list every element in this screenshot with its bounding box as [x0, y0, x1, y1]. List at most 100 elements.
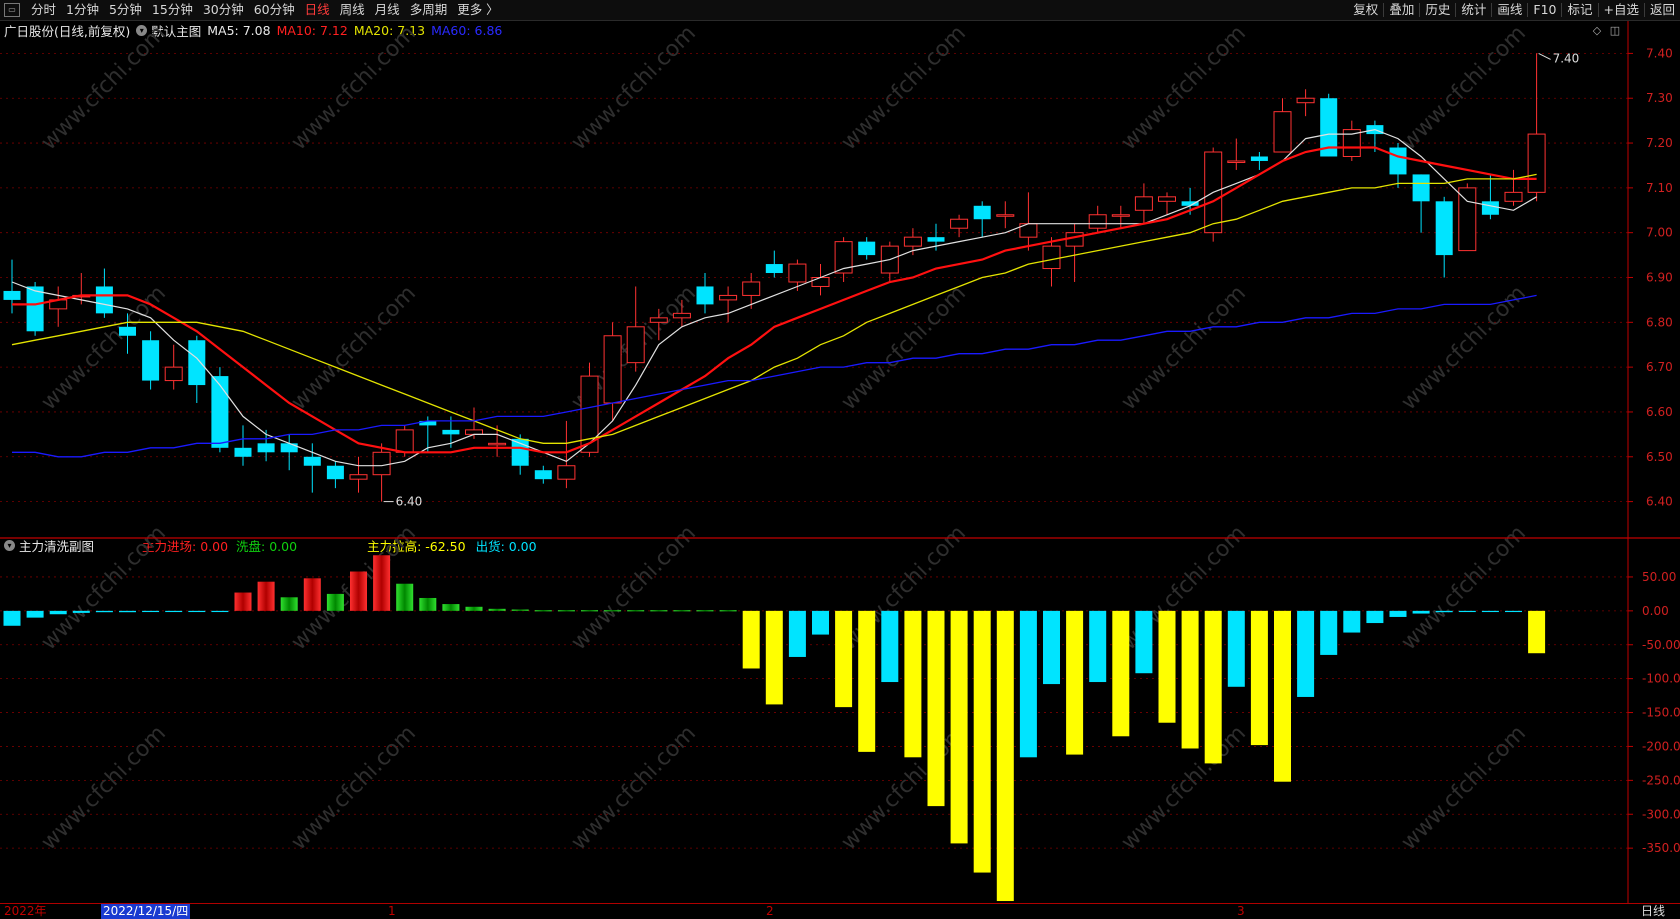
function-button-1[interactable]: 叠加: [1384, 0, 1419, 20]
watermark-text: www.cfchi.com: [287, 21, 421, 155]
candle-body: [1250, 156, 1268, 161]
watermark-text: www.cfchi.com: [1397, 721, 1531, 855]
function-button-8[interactable]: 返回: [1645, 0, 1680, 20]
candle-body: [95, 286, 113, 314]
indicator-bar: [835, 610, 853, 708]
sub-tick-label: -200.0: [1642, 739, 1680, 753]
period-tab-9[interactable]: 多周期: [405, 0, 453, 20]
price-tick-label: 6.40: [1646, 495, 1673, 509]
candle-body: [1088, 214, 1107, 229]
function-button-3[interactable]: 统计: [1456, 0, 1491, 20]
candle: [557, 420, 576, 489]
indicator-bar: [1412, 610, 1430, 614]
period-tab-1[interactable]: 1分钟: [61, 0, 104, 20]
candle: [164, 344, 183, 390]
candle-body: [1389, 147, 1407, 175]
ma20-line: [11, 173, 1537, 444]
candle: [49, 286, 68, 327]
indicator-bar: [1019, 610, 1037, 758]
candle-body: [1227, 160, 1246, 163]
watermark-text: www.cfchi.com: [37, 721, 171, 855]
indicator-bar: [1297, 610, 1315, 697]
indicator-bar: [1528, 610, 1546, 654]
period-tab-0[interactable]: 分时: [26, 0, 61, 20]
candle: [142, 331, 160, 390]
candle-body: [326, 465, 344, 480]
candle-body: [188, 340, 206, 386]
sub-tick-label: 50.00: [1642, 570, 1676, 584]
sub-tick-label: -50.00: [1642, 638, 1680, 652]
period-tab-3[interactable]: 15分钟: [147, 0, 198, 20]
indicator-bar: [165, 610, 183, 613]
price-tick-label: 6.80: [1646, 315, 1673, 329]
price-tick-label: 7.20: [1646, 136, 1673, 150]
price-tick-label: 6.90: [1646, 271, 1673, 285]
indicator-bar: [650, 610, 668, 612]
candle-body: [672, 312, 691, 319]
period-tab-7[interactable]: 周线: [335, 0, 370, 20]
watermark-text: www.cfchi.com: [287, 721, 421, 855]
indicator-bar: [812, 610, 829, 635]
candle-body: [557, 465, 576, 480]
candle-body: [1111, 214, 1130, 217]
function-button-6[interactable]: 标记: [1562, 0, 1597, 20]
candle: [1042, 237, 1061, 287]
candle-body: [788, 263, 807, 283]
candle: [696, 273, 714, 314]
candle-body: [1134, 196, 1153, 211]
chart-area[interactable]: www.cfchi.com www.cfchi.com www.cfchi.com w…: [0, 21, 1680, 903]
indicator-bar: [973, 610, 991, 873]
candle: [880, 241, 899, 282]
candle: [1435, 196, 1453, 278]
candle-body: [742, 281, 761, 296]
candle-body: [811, 277, 830, 287]
indicator-bar: [119, 610, 136, 613]
price-tick-label: 6.60: [1646, 405, 1673, 419]
function-button-2[interactable]: 历史: [1420, 0, 1455, 20]
period-tab-2[interactable]: 5分钟: [104, 0, 147, 20]
indicator-bar: [95, 610, 113, 613]
month-label-3: 3: [1237, 904, 1245, 918]
period-tab-6[interactable]: 日线: [300, 0, 335, 20]
candle: [1111, 205, 1130, 229]
candle: [834, 237, 853, 282]
candle: [973, 201, 991, 238]
function-button-5[interactable]: F10: [1528, 0, 1561, 20]
sub-tick-label: -350.0: [1642, 841, 1680, 855]
candle-body: [765, 264, 783, 274]
candle: [1250, 152, 1268, 170]
indicator-bar: [280, 597, 298, 611]
candle: [234, 425, 252, 466]
function-button-0[interactable]: 复权: [1348, 0, 1383, 20]
period-tab-10[interactable]: 更多 〉: [452, 0, 503, 20]
indicator-bar: [1435, 610, 1453, 613]
candle-body: [903, 236, 922, 247]
watermark-text: www.cfchi.com: [1397, 21, 1531, 155]
period-tab-4[interactable]: 30分钟: [198, 0, 249, 20]
indicator-bar: [1112, 610, 1130, 737]
candle-body: [1458, 187, 1477, 252]
candle: [1273, 98, 1292, 153]
annotations: 7.40 6.40: [383, 51, 1579, 509]
period-tab-8[interactable]: 月线: [370, 0, 405, 20]
candle: [1458, 183, 1477, 252]
period-tab-5[interactable]: 60分钟: [249, 0, 300, 20]
candle: [1342, 120, 1361, 161]
candle: [303, 443, 321, 493]
candle: [858, 237, 876, 260]
function-button-7[interactable]: +自选: [1599, 0, 1644, 20]
candle: [188, 335, 206, 403]
indicator-bar: [1066, 610, 1084, 755]
candle-body: [927, 237, 945, 242]
indicator-bar: [1505, 610, 1522, 613]
watermark-text: www.cfchi.com: [1117, 21, 1251, 155]
window-menu-icon[interactable]: ▭: [4, 3, 20, 17]
indicator-bar: [996, 610, 1014, 902]
candle-body: [973, 205, 991, 220]
candle-body: [1481, 201, 1499, 215]
month-label-1: 1: [388, 904, 396, 918]
indicator-bar: [442, 604, 460, 611]
watermark-text: www.cfchi.com: [837, 21, 971, 155]
function-button-4[interactable]: 画线: [1492, 0, 1527, 20]
ma5-line: [11, 128, 1537, 467]
